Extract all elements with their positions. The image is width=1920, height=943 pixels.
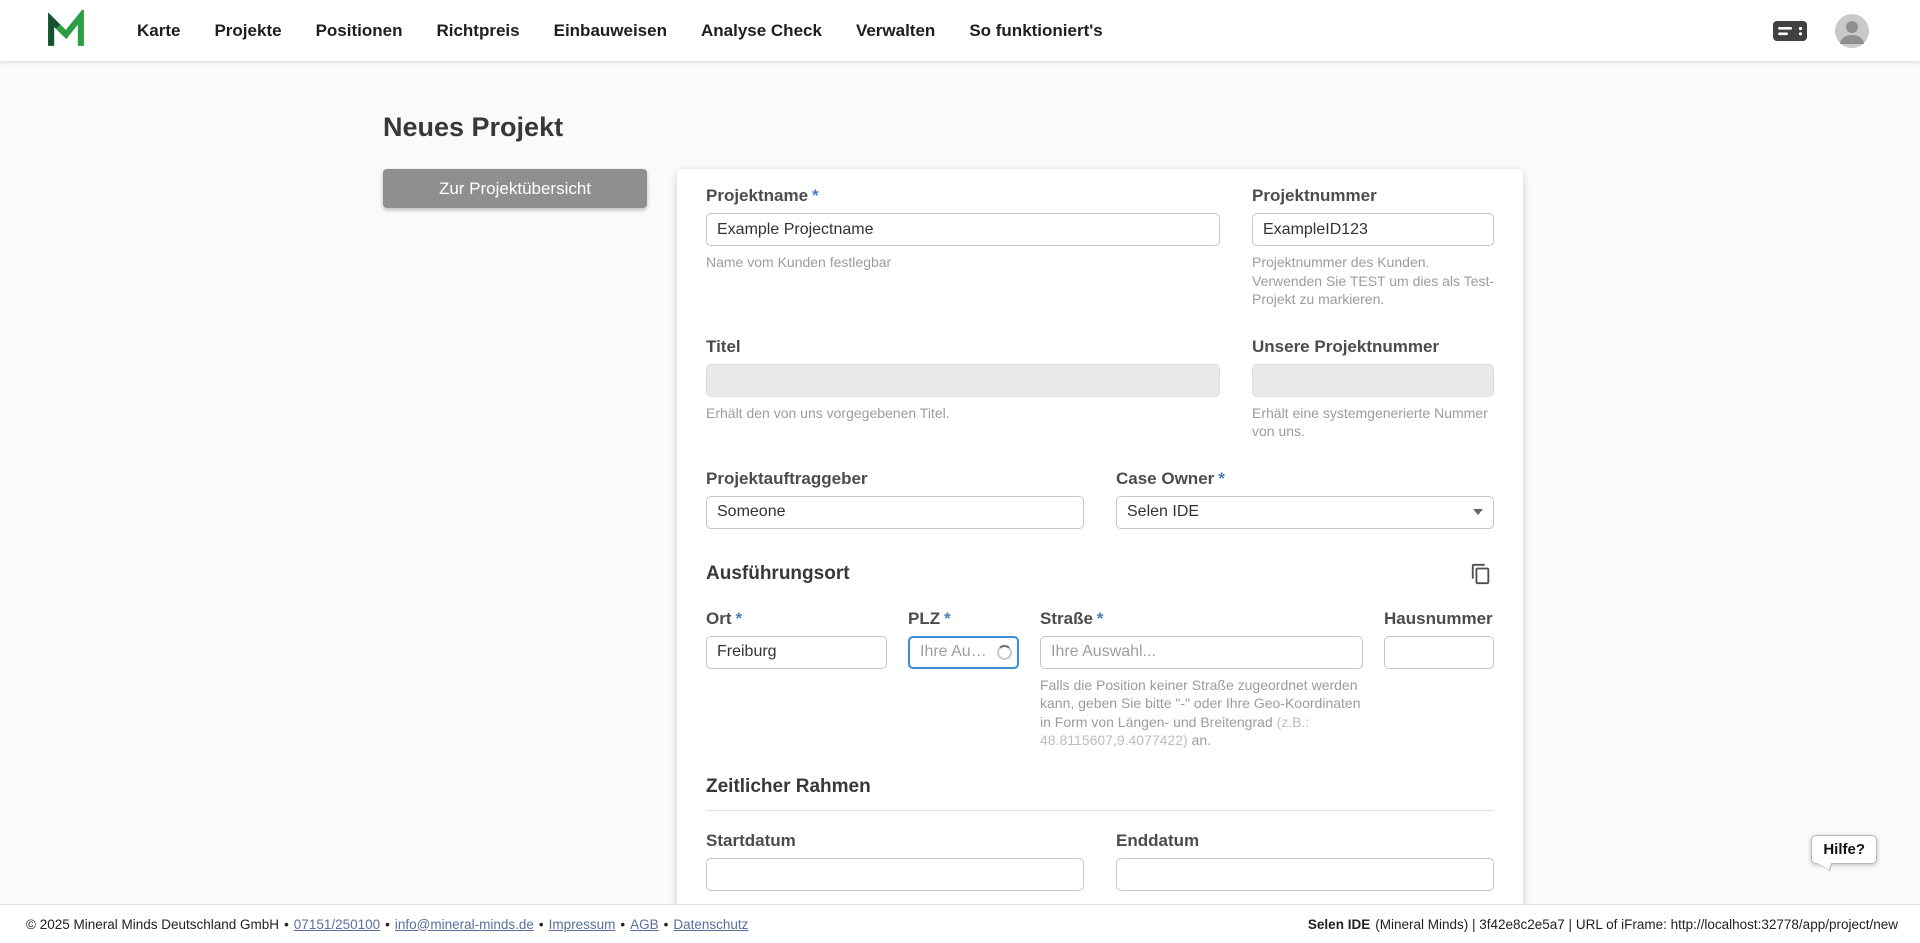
required-marker: * — [1218, 469, 1225, 488]
case-owner-label: Case Owner* — [1116, 469, 1494, 489]
unsere-projektnummer-input — [1252, 364, 1494, 397]
nav-item-einbauweisen[interactable]: Einbauweisen — [554, 21, 667, 41]
footer-session-meta: (Mineral Minds) | 3f42e8c2e5a7 | URL of … — [1375, 917, 1898, 932]
nav-item-karte[interactable]: Karte — [137, 21, 180, 41]
strasse-label: Straße* — [1040, 609, 1363, 629]
titel-label: Titel — [706, 337, 1220, 357]
ort-input[interactable] — [706, 636, 887, 669]
hausnummer-label: Hausnummer — [1384, 609, 1494, 629]
ort-label: Ort* — [706, 609, 887, 629]
field-projektauftraggeber: Projektauftraggeber — [706, 469, 1084, 529]
footer-link-impressum[interactable]: Impressum — [549, 917, 616, 932]
section-title-zeitlicher-rahmen: Zeitlicher Rahmen — [706, 776, 1494, 798]
nav-item-richtpreis[interactable]: Richtpreis — [436, 21, 519, 41]
required-marker: * — [1097, 609, 1104, 628]
enddatum-label: Enddatum — [1116, 831, 1494, 851]
projektnummer-label: Projektnummer — [1252, 186, 1494, 206]
nav-item-so-funktionierts[interactable]: So funktioniert's — [969, 21, 1102, 41]
footer-link-email[interactable]: info@mineral-minds.de — [395, 917, 534, 932]
required-marker: * — [812, 186, 819, 205]
new-project-form-card: Projektname* Name vom Kunden festlegbar … — [677, 169, 1523, 904]
field-enddatum: Enddatum — [1116, 831, 1494, 891]
field-strasse: Straße* Falls die Position keiner Straße… — [1040, 609, 1363, 750]
strasse-input[interactable] — [1040, 636, 1363, 669]
nav-item-verwalten[interactable]: Verwalten — [856, 21, 935, 41]
footer: © 2025 Mineral Minds Deutschland GmbH • … — [0, 904, 1920, 943]
enddatum-input[interactable] — [1116, 858, 1494, 891]
page-title: Neues Projekt — [383, 111, 1920, 143]
projektname-helper: Name vom Kunden festlegbar — [706, 253, 1220, 271]
projektnummer-input[interactable] — [1252, 213, 1494, 246]
user-avatar-icon[interactable] — [1834, 13, 1870, 49]
case-owner-selected-value: Selen IDE — [1127, 503, 1199, 521]
field-startdatum: Startdatum — [706, 831, 1084, 891]
nav-menu: Karte Projekte Positionen Richtpreis Ein… — [137, 21, 1103, 41]
startdatum-label: Startdatum — [706, 831, 1084, 851]
field-projektname: Projektname* Name vom Kunden festlegbar — [706, 186, 1220, 308]
footer-user-name: Selen IDE — [1308, 917, 1370, 932]
titel-input — [706, 364, 1220, 397]
copy-icon[interactable] — [1468, 561, 1494, 587]
unsere-projektnummer-helper: Erhält eine systemgenerierte Nummer von … — [1252, 404, 1494, 441]
help-button[interactable]: Hilfe? — [1811, 835, 1877, 864]
field-titel: Titel Erhält den von uns vorgegebenen Ti… — [706, 337, 1220, 441]
projektname-label: Projektname* — [706, 186, 1220, 206]
strasse-helper: Falls die Position keiner Straße zugeord… — [1040, 676, 1363, 750]
nav-item-projekte[interactable]: Projekte — [214, 21, 281, 41]
footer-link-agb[interactable]: AGB — [630, 917, 659, 932]
footer-link-phone[interactable]: 07151/250100 — [294, 917, 380, 932]
nav-right-actions — [1772, 13, 1870, 49]
nav-item-positionen[interactable]: Positionen — [316, 21, 403, 41]
field-plz: PLZ* — [908, 609, 1019, 750]
mineral-minds-logo[interactable] — [45, 10, 87, 52]
projektauftraggeber-label: Projektauftraggeber — [706, 469, 1084, 489]
plz-label: PLZ* — [908, 609, 1019, 629]
hausnummer-input[interactable] — [1384, 636, 1494, 669]
footer-left: © 2025 Mineral Minds Deutschland GmbH • … — [26, 917, 748, 932]
case-owner-select[interactable]: Selen IDE — [1116, 496, 1494, 529]
nav-item-analyse-check[interactable]: Analyse Check — [701, 21, 822, 41]
startdatum-input[interactable] — [706, 858, 1084, 891]
section-title-ausfuehrungsort: Ausführungsort — [706, 563, 850, 585]
spinner-icon — [997, 645, 1012, 660]
field-ort: Ort* — [706, 609, 887, 750]
projektname-input[interactable] — [706, 213, 1220, 246]
unsere-projektnummer-label: Unsere Projektnummer — [1252, 337, 1494, 357]
footer-link-datenschutz[interactable]: Datenschutz — [673, 917, 748, 932]
field-hausnummer: Hausnummer — [1384, 609, 1494, 750]
footer-right: Selen IDE (Mineral Minds) | 3f42e8c2e5a7… — [1308, 917, 1898, 932]
projektnummer-helper: Projektnummer des Kunden. Verwenden Sie … — [1252, 253, 1494, 308]
section-divider — [706, 810, 1494, 811]
field-unsere-projektnummer: Unsere Projektnummer Erhält eine systemg… — [1252, 337, 1494, 441]
required-marker: * — [944, 609, 951, 628]
field-projektnummer: Projektnummer Projektnummer des Kunden. … — [1252, 186, 1494, 308]
titel-helper: Erhält den von uns vorgegebenen Titel. — [706, 404, 1220, 422]
projektauftraggeber-input[interactable] — [706, 496, 1084, 529]
field-case-owner: Case Owner* Selen IDE — [1116, 469, 1494, 529]
chevron-down-icon — [1473, 509, 1483, 515]
server-icon[interactable] — [1772, 18, 1808, 44]
required-marker: * — [736, 609, 743, 628]
footer-copyright: © 2025 Mineral Minds Deutschland GmbH — [26, 917, 279, 932]
main-content: Neues Projekt Zur Projektübersicht Proje… — [0, 61, 1920, 904]
top-nav: Karte Projekte Positionen Richtpreis Ein… — [0, 0, 1920, 61]
back-to-project-overview-button[interactable]: Zur Projektübersicht — [383, 169, 647, 208]
